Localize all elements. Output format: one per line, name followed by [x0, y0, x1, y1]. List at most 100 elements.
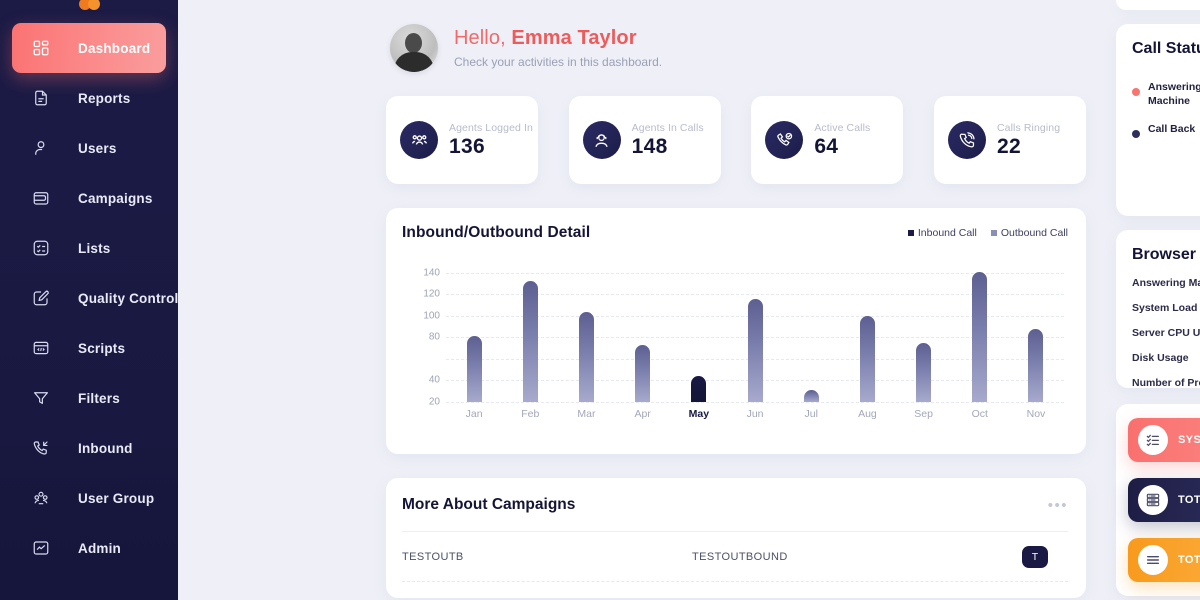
chart-bar-slot[interactable]: [671, 262, 727, 402]
greeting-prefix: Hello,: [454, 27, 506, 49]
sidebar-item-lists[interactable]: Lists: [12, 223, 166, 273]
sidebar-item-user-group[interactable]: User Group: [12, 473, 166, 523]
chart-bar-slot[interactable]: [502, 262, 558, 402]
avatar[interactable]: [390, 24, 438, 72]
browser-usage-name: Disk Usage: [1132, 352, 1189, 364]
chart-bar-slot[interactable]: [446, 262, 502, 402]
chart-bar[interactable]: [972, 271, 988, 402]
chart-bar[interactable]: [635, 344, 651, 402]
legend-swatch-icon: [990, 230, 997, 236]
chart-bar-slot[interactable]: [615, 262, 671, 402]
more-dots-icon[interactable]: •••: [1048, 498, 1068, 513]
main-content-column: Hello, Emma Taylor Check your activities…: [386, 0, 1086, 600]
chart-bar[interactable]: [747, 298, 763, 402]
inbound-outbound-chart-card: Inbound/Outbound Detail Inbound Call Out…: [386, 208, 1086, 454]
stat-meta: Agents In Calls 148: [632, 122, 704, 159]
browser-usage-row: Disk Usage99%: [1132, 352, 1200, 364]
table-row[interactable]: TESTOUTB TESTOUTBOUND T: [402, 532, 1068, 582]
call-statuses-body: Answering Machine Call Back: [1132, 70, 1200, 190]
sidebar-item-label: Quality Control: [78, 290, 179, 306]
chart-icon: [30, 537, 52, 559]
checklist-icon: [1138, 425, 1168, 455]
x-tick-label: Jul: [804, 408, 818, 420]
legend-item-inbound[interactable]: Inbound Call: [907, 227, 977, 239]
chart-bar-slot[interactable]: [896, 262, 952, 402]
y-tick-label: 40: [428, 374, 440, 386]
sidebar-item-campaigns[interactable]: Campaigns: [12, 173, 166, 223]
system-summary-button[interactable]: SYSTEM SUMMARY: [1128, 418, 1200, 462]
app-logo[interactable]: [0, 0, 178, 14]
stat-meta: Calls Ringing 22: [997, 122, 1060, 159]
sidebar-item-dashboard[interactable]: Dashboard: [12, 23, 166, 73]
x-tick-label: Aug: [858, 408, 877, 420]
sidebar-item-users[interactable]: Users: [12, 123, 166, 173]
document-icon: [30, 87, 52, 109]
legend-item-outbound[interactable]: Outbound Call: [990, 227, 1068, 239]
y-tick-label: 120: [423, 288, 440, 300]
sidebar-item-reports[interactable]: Reports: [12, 73, 166, 123]
chart-bar-slot[interactable]: [727, 262, 783, 402]
server-icon: [1138, 485, 1168, 515]
sidebar-item-filters[interactable]: Filters: [12, 373, 166, 423]
total-stats-yesterday-button[interactable]: TOTAL STATS FOR YESTERDAY: [1128, 538, 1200, 582]
sidebar-item-admin[interactable]: Admin: [12, 523, 166, 573]
chart-bar-slot[interactable]: [839, 262, 895, 402]
chart-header: Inbound/Outbound Detail Inbound Call Out…: [402, 224, 1068, 242]
sidebar-item-label: User Group: [78, 490, 155, 506]
stat-value: 22: [996, 134, 1021, 158]
button-label: TOTAL STATS FOR YESTERDAY: [1178, 554, 1200, 566]
sidebar-item-quality-control[interactable]: Quality Control: [12, 273, 178, 323]
list-icon: [30, 237, 52, 259]
stat-card-active-calls[interactable]: Active Calls 64: [751, 96, 904, 184]
y-tick-label: 100: [423, 310, 440, 322]
y-tick-label: 20: [428, 396, 440, 408]
grid-icon: [30, 37, 52, 59]
total-stats-today-button[interactable]: TOTAL STATS FOR TODAY: [1128, 478, 1200, 522]
x-tick-label: Nov: [1026, 408, 1046, 420]
chart-bar-slot[interactable]: [952, 262, 1008, 402]
funnel-icon: [30, 387, 52, 409]
greeting-text: Hello, Emma Taylor Check your activities…: [454, 27, 662, 69]
greeting-header: Hello, Emma Taylor Check your activities…: [386, 0, 1086, 96]
chart-bar[interactable]: [859, 315, 875, 402]
phone-check-icon: [765, 121, 804, 159]
sidebar-item-scripts[interactable]: Scripts: [12, 323, 166, 373]
chart-bar[interactable]: [578, 311, 594, 402]
chart-bar-slot[interactable]: [783, 262, 839, 402]
sidebar-item-label: Scripts: [78, 340, 126, 356]
grid-line: [446, 402, 1064, 403]
stat-label: Active Calls: [814, 121, 871, 134]
sidebar-item-label: Reports: [78, 90, 131, 106]
stat-card-calls-ringing[interactable]: Calls Ringing 22: [933, 96, 1086, 184]
chart-bar[interactable]: [691, 376, 707, 402]
stat-meta: Agents Logged In 136: [449, 122, 533, 159]
campaign-code: TESTOUTB: [402, 550, 464, 563]
chart-bar[interactable]: [466, 336, 482, 402]
sidebar-item-inbound[interactable]: Inbound: [12, 423, 166, 473]
chart-bar-slot[interactable]: [1008, 262, 1064, 402]
chart-bar[interactable]: [803, 390, 819, 402]
button-label: TOTAL STATS FOR TODAY: [1178, 494, 1200, 506]
chart-title: Inbound/Outbound Detail: [402, 224, 591, 241]
x-tick-label: Jan: [465, 408, 483, 420]
legend-item-answering-machine[interactable]: Answering Machine: [1132, 80, 1200, 108]
stat-card-agents-in-calls[interactable]: Agents In Calls 148: [568, 96, 721, 184]
chart-legend: Inbound Call Outbound Call: [907, 224, 1068, 239]
stat-card-agents-logged-in[interactable]: Agents Logged In 136: [386, 96, 538, 184]
chart-bar-slot[interactable]: [558, 262, 614, 402]
chart-bar[interactable]: [522, 281, 538, 402]
dashboard-page: Dashboard Reports Users Campaigns Lists …: [0, 0, 1200, 600]
chart-bar[interactable]: [916, 342, 932, 402]
chart-bar[interactable]: [1028, 328, 1044, 402]
sidebar-item-label: Campaigns: [78, 190, 153, 206]
x-tick-label: May: [688, 408, 710, 420]
sidebar-item-label: Dashboard: [78, 40, 151, 56]
right-rail: Call Statuses Answering Machine Call Bac…: [1116, 0, 1200, 600]
legend-label: Call Back: [1148, 123, 1196, 136]
legend-label: Inbound Call: [917, 227, 977, 239]
page-title: Hello, Emma Taylor: [454, 27, 662, 50]
stat-meta: Active Calls 64: [814, 122, 870, 159]
sidebar-item-label: Inbound: [78, 440, 133, 456]
main-area: Hello, Emma Taylor Check your activities…: [178, 0, 1200, 600]
legend-item-call-back[interactable]: Call Back: [1132, 122, 1200, 139]
